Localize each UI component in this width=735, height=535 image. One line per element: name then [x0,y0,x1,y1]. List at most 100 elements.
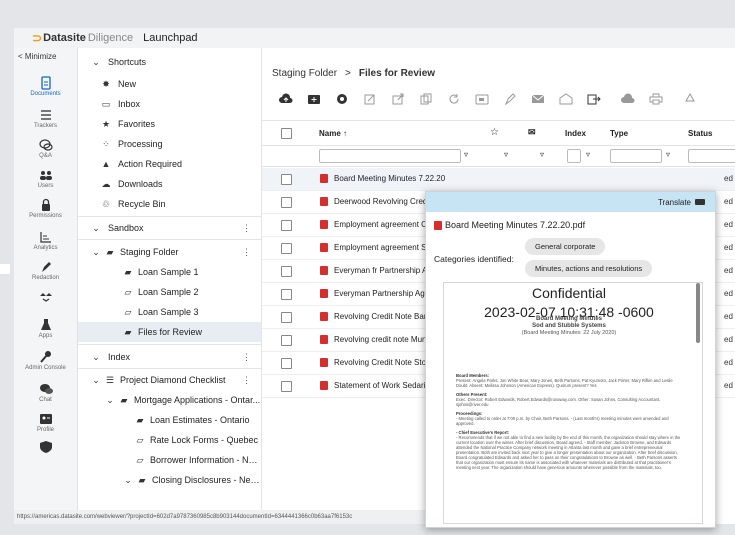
nav-trackers[interactable]: Trackers [14,108,77,129]
email-button[interactable] [528,92,548,106]
preview-scrollbar[interactable] [696,283,700,343]
tree-label: Closing Disclosures - New ... [152,475,261,485]
copy-button[interactable] [416,92,436,106]
share-button[interactable] [388,92,408,106]
pdf-file-icon [320,266,328,275]
tree-item-closing-disclosures[interactable]: ⌄ ▰ Closing Disclosures - New ... [78,470,261,490]
tree-item-borrower-information[interactable]: ▱ Borrower Information - Nov... [78,450,261,470]
shortcut-downloads[interactable]: ☁ Downloads [78,174,261,194]
row-checkbox[interactable] [281,243,292,254]
breadcrumb-parent[interactable]: Staging Folder [272,68,337,79]
more-options-icon[interactable]: ⋮ [242,223,251,234]
redact-button[interactable] [500,92,520,106]
file-name[interactable]: Revolving credit note Munro [334,335,434,344]
nav-apps[interactable]: Apps [14,318,77,339]
print-button[interactable] [646,92,666,106]
tree-item-mortgage-applications[interactable]: ⌄ ▰ Mortgage Applications - Ontar... [78,390,261,410]
tree-item-rate-lock[interactable]: ▱ Rate Lock Forms - Quebec [78,430,261,450]
nav-permissions[interactable]: Permissions [14,198,77,219]
folder-outline-icon: ▱ [136,434,144,445]
row-checkbox[interactable] [281,197,292,208]
more-options-icon[interactable]: ⋮ [242,375,251,386]
nav-users[interactable]: Users [14,168,77,189]
column-header-type[interactable]: Type [610,129,628,138]
row-checkbox[interactable] [281,312,292,323]
file-name[interactable]: Statement of Work Sedaris [334,381,429,390]
type-filter-input[interactable] [610,149,662,163]
row-checkbox[interactable] [281,358,292,369]
index-filter-input[interactable] [567,149,581,163]
nav-label: Q&A [39,153,52,159]
row-checkbox[interactable] [281,381,292,392]
sandbox-header[interactable]: ⌄ Sandbox ⋮ [78,218,261,238]
filter-icon[interactable]: ▿ [464,150,468,159]
filter-icon[interactable]: ▿ [666,150,670,159]
mail-icon[interactable]: ✉ [528,127,536,138]
refresh-button[interactable] [444,92,464,106]
file-name[interactable]: Board Meeting Minutes 7.22.20 [334,174,445,183]
tree-item-files-for-review[interactable]: ▰ Files for Review [78,322,261,342]
column-header-index[interactable]: Index [565,129,586,138]
nav-label: Permissions [29,213,62,219]
nav-analytics[interactable]: Analytics [14,230,77,251]
nav-extra[interactable] [14,440,77,454]
nav-more[interactable] [14,288,77,302]
status-filter-input[interactable] [688,149,735,163]
recycle-button[interactable] [680,92,700,106]
more-options-icon[interactable]: ⋮ [242,352,251,363]
tree-item-staging-folder[interactable]: ⌄ ▰ Staging Folder ⋮ [78,242,261,262]
download-button[interactable] [618,92,638,106]
nav-admin-console[interactable]: Admin Console [14,350,77,371]
star-icon[interactable]: ☆ [490,127,499,138]
edit-button[interactable] [360,92,380,106]
column-header-name[interactable]: Name ↑ [319,129,347,138]
new-folder-button[interactable] [304,92,324,106]
file-name[interactable]: Deerwood Revolving Credit [334,197,431,206]
shortcut-new[interactable]: ✸ New [78,74,261,94]
shortcut-inbox[interactable]: ▭ Inbox [78,94,261,114]
tree-item-project-diamond[interactable]: ⌄ ☰ Project Diamond Checklist ⋮ [78,370,261,390]
document-preview[interactable]: Confidential 2023-02-07 10:31:48 -0600 B… [443,282,703,524]
nav-redaction[interactable]: Redaction [14,260,77,281]
row-status: ed [724,312,733,321]
translate-button[interactable]: Translate [658,198,691,207]
open-mail-button[interactable] [556,92,576,106]
filter-icon[interactable]: ▿ [586,150,590,159]
mail-icon [531,94,545,103]
file-name[interactable]: Revolving Credit Note Barton [334,312,438,321]
tree-item-loan-sample-2[interactable]: ▱ Loan Sample 2 [78,282,261,302]
row-checkbox[interactable] [281,266,292,277]
row-checkbox[interactable] [281,289,292,300]
more-options-icon[interactable]: ⋮ [242,247,251,258]
index-header[interactable]: ⌄ Index ⋮ [78,347,261,367]
shortcuts-header[interactable]: ⌄ Shortcuts [78,52,261,72]
shortcut-recycle-bin[interactable]: ♲ Recycle Bin [78,194,261,214]
shortcut-processing[interactable]: ⁘ Processing [78,134,261,154]
nav-qa[interactable]: Q&A [14,138,77,159]
shortcut-action-required[interactable]: ▲ Action Required [78,154,261,174]
name-filter-input[interactable] [319,149,461,163]
row-checkbox[interactable] [281,174,292,185]
preview-file-name: Board Meeting Minutes 7.22.20.pdf [445,220,586,230]
row-checkbox[interactable] [281,335,292,346]
row-status: ed [724,266,733,275]
minimize-button[interactable]: < Minimize [18,52,56,61]
nav-chat[interactable]: Chat [14,382,77,403]
filter-icon[interactable]: ▿ [540,150,544,159]
row-checkbox[interactable] [281,220,292,231]
file-name[interactable]: Revolving Credit Note Stout [334,358,433,367]
tree-item-loan-sample-3[interactable]: ▱ Loan Sample 3 [78,302,261,322]
shortcut-favorites[interactable]: ★ Favorites [78,114,261,134]
upload-button[interactable] [276,92,296,106]
add-button[interactable] [332,92,352,106]
column-header-status[interactable]: Status [688,129,712,138]
tree-item-loan-sample-1[interactable]: ▰ Loan Sample 1 [78,262,261,282]
table-row[interactable]: Board Meeting Minutes 7.22.20 ed [262,168,735,191]
filter-icon[interactable]: ▿ [504,150,508,159]
move-button[interactable] [472,92,492,106]
tree-item-loan-estimates[interactable]: ▰ Loan Estimates - Ontario [78,410,261,430]
export-button[interactable] [584,92,604,106]
nav-profile[interactable]: Profile [14,412,77,433]
nav-documents[interactable]: Documents [14,76,77,97]
select-all-checkbox[interactable] [281,128,292,139]
